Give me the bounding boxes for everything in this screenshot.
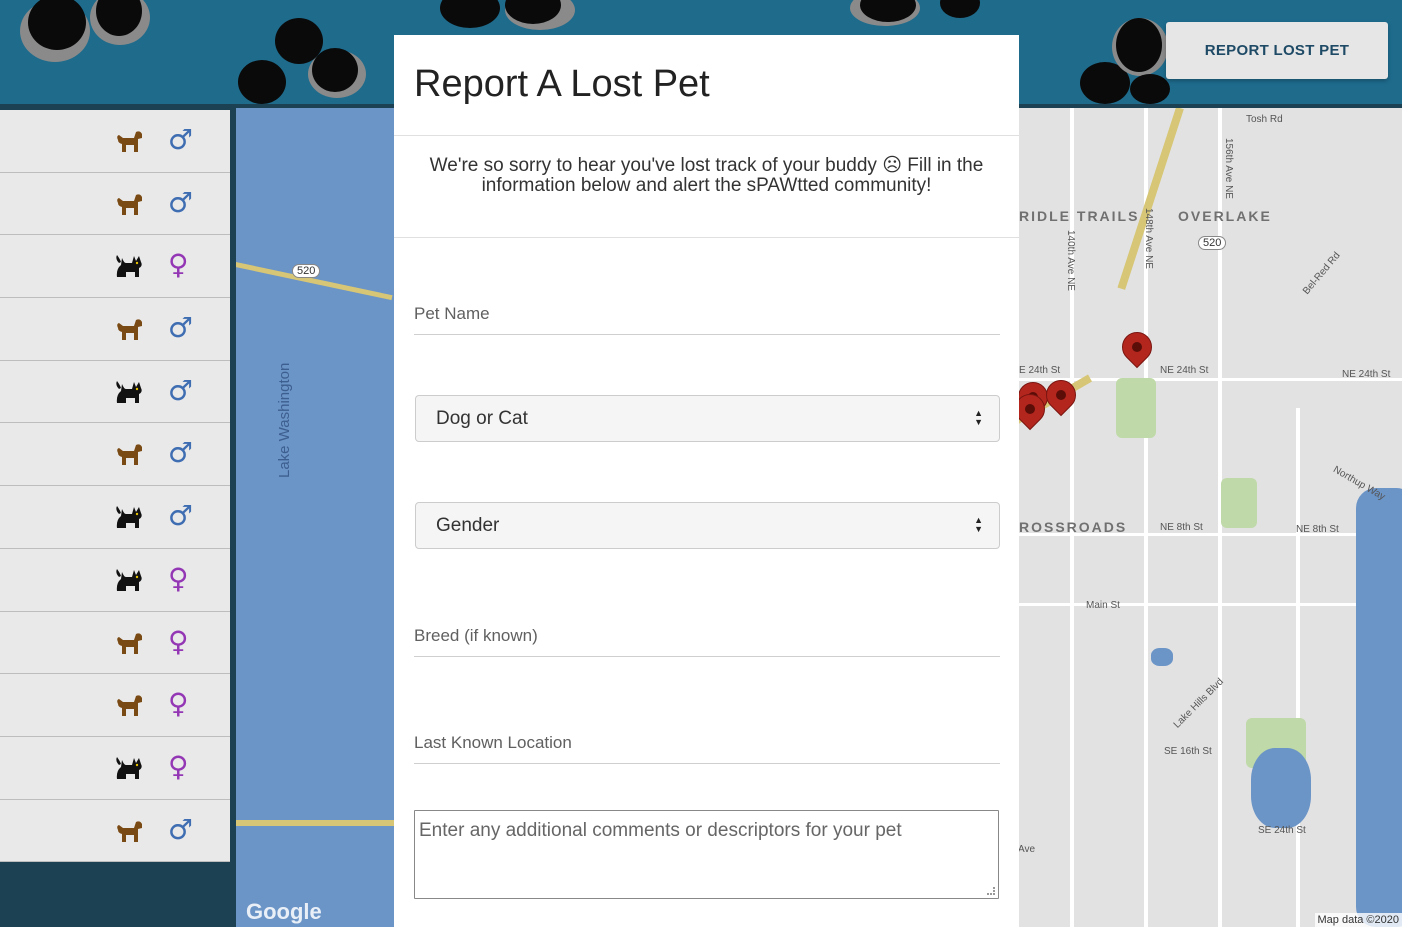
pet-list-item[interactable]: ♀ xyxy=(0,737,230,800)
male-icon: ♂ xyxy=(168,812,194,846)
pet-list-item[interactable]: ♂ xyxy=(0,486,230,549)
select-arrows-icon: ▲ ▼ xyxy=(974,515,983,534)
female-icon: ♀ xyxy=(168,561,189,595)
male-icon: ♂ xyxy=(168,373,194,407)
modal-title: Report A Lost Pet xyxy=(414,63,710,105)
pet-list[interactable]: ♂ ♂ ♀ ♂ ♂ ♂ ♂ ♀ ♀ ♀ ♀ ♂ xyxy=(0,110,230,863)
paw-print-icon xyxy=(1130,74,1170,104)
dog-icon xyxy=(114,191,144,217)
pet-name-label: Pet Name xyxy=(414,304,490,323)
breed-label: Breed (if known) xyxy=(414,626,538,645)
cat-icon xyxy=(114,567,144,593)
street-label: 156th Ave NE xyxy=(1223,138,1234,199)
pet-list-item[interactable]: ♂ xyxy=(0,361,230,424)
street-label: NE 8th St xyxy=(1160,522,1203,533)
street-label: Tosh Rd xyxy=(1246,114,1283,125)
dog-icon xyxy=(114,128,144,154)
dog-icon xyxy=(114,630,144,656)
highway-road xyxy=(236,820,396,826)
comments-textarea[interactable]: Enter any additional comments or descrip… xyxy=(414,810,999,899)
dog-icon xyxy=(114,692,144,718)
cat-icon xyxy=(114,253,144,279)
street-label: E 24th St xyxy=(1019,365,1061,376)
area-label: OVERLAKE xyxy=(1178,208,1272,224)
species-select[interactable]: Dog or Cat ▲ ▼ xyxy=(415,395,1000,442)
female-icon: ♀ xyxy=(168,624,189,658)
highway-shield: 520 xyxy=(292,264,321,278)
female-icon: ♀ xyxy=(168,248,189,282)
area-label: ROSSROADS xyxy=(1019,519,1128,535)
paw-print-icon xyxy=(312,48,358,92)
pet-name-field[interactable]: Pet Name xyxy=(414,290,1000,335)
pond xyxy=(1151,648,1173,666)
male-icon: ♂ xyxy=(168,123,194,156)
road xyxy=(1019,603,1402,606)
divider xyxy=(394,135,1019,136)
pet-list-item[interactable]: ♂ xyxy=(0,298,230,361)
resize-handle-icon[interactable] xyxy=(987,887,995,895)
street-label: Main St xyxy=(1086,600,1120,611)
female-icon: ♀ xyxy=(168,749,189,783)
highway-shield: 520 xyxy=(1198,236,1227,250)
lake-label: Lake Washington xyxy=(276,362,293,478)
female-icon: ♀ xyxy=(168,687,189,721)
cat-icon xyxy=(114,755,144,781)
pet-list-item[interactable]: ♂ xyxy=(0,110,230,173)
lake-washington xyxy=(236,108,394,927)
road xyxy=(1296,408,1300,927)
pet-list-item[interactable]: ♀ xyxy=(0,612,230,675)
area-label: RIDLE TRAILS xyxy=(1019,208,1140,224)
last-known-location-label: Last Known Location xyxy=(414,733,572,752)
last-known-location-field[interactable]: Last Known Location xyxy=(414,719,1000,764)
google-logo: Google xyxy=(246,899,322,924)
breed-field[interactable]: Breed (if known) xyxy=(414,612,1000,657)
map-pin[interactable] xyxy=(1115,325,1159,369)
male-icon: ♂ xyxy=(168,499,194,533)
bay xyxy=(1356,488,1402,927)
select-arrows-icon: ▲ ▼ xyxy=(974,408,983,427)
report-lost-pet-modal: Report A Lost Pet We're so sorry to hear… xyxy=(394,35,1019,927)
map-data-attribution[interactable]: Map data ©2020 xyxy=(1314,913,1402,927)
pet-list-item[interactable]: ♀ xyxy=(0,235,230,299)
pet-list-item[interactable]: ♂ xyxy=(0,423,230,487)
cat-icon xyxy=(114,379,144,405)
street-label: NE 8th St xyxy=(1296,524,1339,535)
park xyxy=(1221,478,1257,528)
pet-list-item[interactable]: ♀ xyxy=(0,674,230,737)
male-icon: ♂ xyxy=(168,185,194,219)
comments-placeholder: Enter any additional comments or descrip… xyxy=(419,820,902,841)
paw-print-icon xyxy=(1116,18,1162,72)
gender-select[interactable]: Gender ▲ ▼ xyxy=(415,502,1000,549)
street-label: Bel-Red Rd xyxy=(1301,250,1343,297)
street-label: NE 24th St xyxy=(1160,365,1209,376)
street-label: Ave xyxy=(1018,844,1036,855)
species-select-value: Dog or Cat xyxy=(436,408,528,429)
park xyxy=(1116,378,1156,438)
street-label: 148th Ave NE xyxy=(1143,208,1154,269)
dog-icon xyxy=(114,818,144,844)
paw-print-icon xyxy=(940,0,980,18)
male-icon: ♂ xyxy=(168,436,194,470)
divider xyxy=(394,237,1019,238)
report-lost-pet-button[interactable]: REPORT LOST PET xyxy=(1166,22,1388,79)
dog-icon xyxy=(114,441,144,467)
gender-select-value: Gender xyxy=(436,515,500,536)
street-label: 140th Ave NE xyxy=(1065,230,1076,291)
male-icon: ♂ xyxy=(168,311,194,345)
street-label: SE 24th St xyxy=(1258,825,1306,836)
modal-message: We're so sorry to hear you've lost track… xyxy=(429,155,984,196)
pet-list-item[interactable]: ♀ xyxy=(0,549,230,612)
dog-icon xyxy=(114,316,144,342)
pond xyxy=(1251,748,1311,828)
cat-icon xyxy=(114,504,144,530)
street-label: NE 24th St xyxy=(1342,369,1391,380)
street-label: SE 16th St xyxy=(1164,746,1212,757)
pet-list-item[interactable]: ♂ xyxy=(0,800,230,863)
paw-print-icon xyxy=(440,0,500,28)
paw-print-icon xyxy=(238,60,286,104)
pet-list-item[interactable]: ♂ xyxy=(0,173,230,236)
